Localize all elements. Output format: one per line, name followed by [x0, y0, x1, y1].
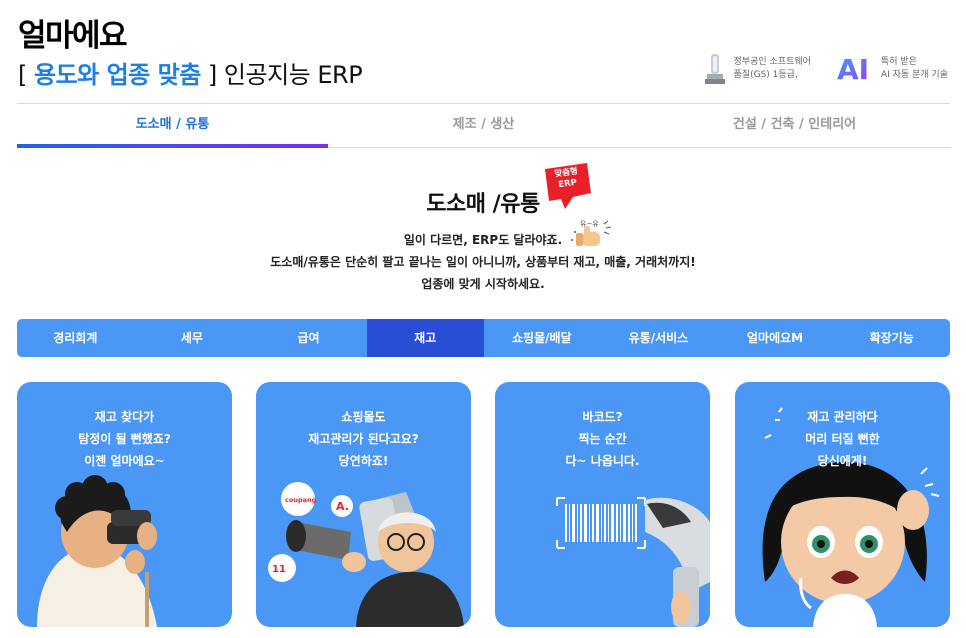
brand-logo[interactable]: 얼마에요: [18, 10, 128, 55]
certification-badges: 정부공인 소프트웨어 품질(GS) 1등급, AI 특허 받은 AI 자동 분개…: [702, 52, 948, 86]
category-shopping-delivery[interactable]: 쇼핑몰/배달: [484, 319, 601, 357]
section-title: 도소매 /유통: [426, 192, 540, 217]
category-tax[interactable]: 세무: [134, 319, 251, 357]
feature-card-shopping-mall[interactable]: coupang A. 11 쇼핑몰도 재고관리가 된다고요? 당연하죠!: [256, 382, 471, 627]
feature-card-detective[interactable]: 재고 찾다가 탐정이 될 뻔했죠? 이젠 얼마에요~: [17, 382, 232, 627]
category-eolmaeyo-m[interactable]: 얼마에요M: [717, 319, 834, 357]
category-accounting[interactable]: 경리회계: [17, 319, 134, 357]
card-4-line-1: 재고 관리하다: [807, 410, 878, 424]
custom-erp-ribbon: 맞춤형 ERP: [543, 163, 593, 209]
card-4-line-2: 머리 터질 뻔한: [805, 432, 880, 446]
card-3-line-2: 찍는 순간: [578, 432, 627, 446]
card-2-line-2: 재고관리가 된다고요?: [308, 432, 419, 446]
gs-badge: 정부공인 소프트웨어 품질(GS) 1등급,: [702, 52, 811, 86]
card-4-line-3: 당신에게!: [817, 454, 868, 468]
description-line-3: 업종에 맞게 시작하세요.: [421, 277, 545, 291]
page-tagline: [ 용도와 업종 맞춤 ] 인공지능 ERP: [18, 55, 363, 90]
auction-badge: A.: [336, 500, 349, 513]
feature-card-stressed[interactable]: 재고 관리하다 머리 터질 뻔한 당신에게!: [735, 382, 950, 627]
feature-card-barcode[interactable]: 바코드? 찍는 순간 다~ 나옵니다.: [495, 382, 710, 627]
svg-text:유~유: 유~유: [580, 220, 599, 228]
11st-badge: 11: [272, 564, 286, 575]
tab-wholesale-retail[interactable]: 도소매 / 유통: [17, 104, 328, 147]
tagline-close: ]: [200, 61, 224, 89]
gs-badge-line-2: 품질(GS) 1등급,: [733, 70, 798, 80]
category-extensions[interactable]: 확장기능: [833, 319, 950, 357]
card-3-line-1: 바코드?: [582, 410, 623, 424]
card-1-line-2: 탐정이 될 뻔했죠?: [78, 432, 171, 446]
category-payroll[interactable]: 급여: [250, 319, 367, 357]
tagline-rest: 인공지능 ERP: [223, 61, 363, 89]
card-1-line-1: 재고 찾다가: [94, 410, 155, 424]
feature-category-bar: 경리회계 세무 급여 재고 쇼핑몰/배달 유통/서비스 얼마에요M 확장기능: [17, 319, 950, 357]
ai-badge-line-2: AI 자동 분개 기술: [880, 70, 948, 80]
active-tab-indicator: [17, 144, 328, 148]
industry-tabs: 도소매 / 유통 제조 / 생산 건설 / 건축 / 인테리어: [17, 103, 950, 148]
ai-logo-icon: AI: [837, 54, 869, 84]
ai-mark: AI: [837, 54, 869, 84]
card-1-line-3: 이젠 얼마에요~: [84, 454, 165, 468]
tagline-highlight: 용도와 업종 맞춤: [34, 61, 201, 89]
description-line-1: 일이 다르면, ERP도 달라야죠.: [403, 233, 563, 247]
category-inventory[interactable]: 재고: [366, 319, 484, 357]
card-2-line-1: 쇼핑몰도: [341, 410, 386, 424]
trophy-icon: [704, 54, 725, 84]
tab-manufacturing[interactable]: 제조 / 생산: [328, 104, 639, 147]
ai-badge: AI 특허 받은 AI 자동 분개 기술: [811, 54, 948, 84]
card-3-line-3: 다~ 나옵니다.: [565, 454, 640, 468]
description-line-2: 도소매/유통은 단순히 팔고 끝나는 일이 아니니까, 상품부터 재고, 매출,…: [270, 255, 696, 269]
coupang-badge: coupang: [285, 496, 317, 504]
section-description: 일이 다르면, ERP도 달라야죠. 도소매/유통은 단순히 팔고 끝나는 일이…: [0, 229, 966, 295]
category-distribution-service[interactable]: 유통/서비스: [600, 319, 717, 357]
gs-badge-line-1: 정부공인 소프트웨어: [733, 57, 811, 67]
tab-construction[interactable]: 건설 / 건축 / 인테리어: [639, 104, 950, 147]
ai-badge-line-1: 특허 받은: [880, 57, 917, 67]
tagline-open: [: [18, 61, 34, 89]
card-2-line-3: 당연하죠!: [338, 454, 389, 468]
